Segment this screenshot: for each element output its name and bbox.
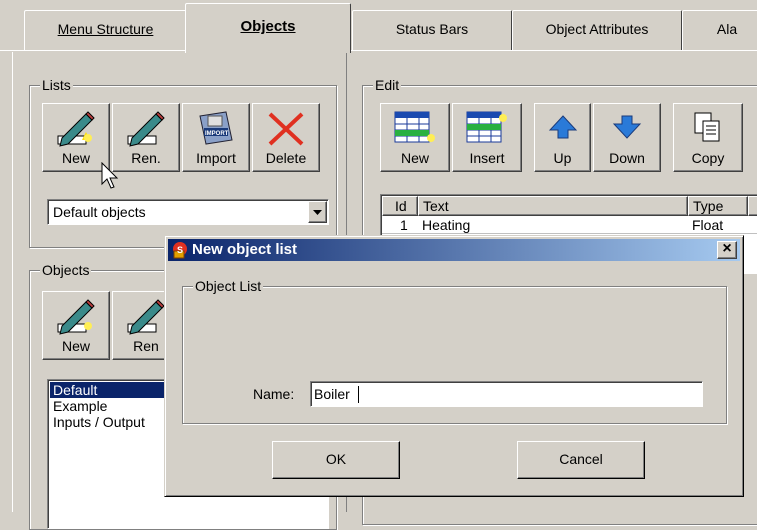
mouse-cursor-icon bbox=[101, 162, 119, 189]
dialog-object-list-group: Object List Name: Boiler bbox=[182, 278, 727, 424]
dialog-title: New object list bbox=[192, 241, 298, 258]
left-panel-divider bbox=[12, 52, 13, 512]
ok-button[interactable]: OK bbox=[272, 441, 400, 479]
move-down-button[interactable]: Down bbox=[593, 103, 661, 172]
list-rename-button[interactable]: ab Ren. bbox=[112, 103, 180, 172]
pencil-rename-icon bbox=[127, 299, 165, 335]
tab-object-attributes[interactable]: Object Attributes bbox=[512, 10, 682, 50]
tab-menu-structure[interactable]: Menu Structure bbox=[24, 10, 187, 50]
tab-strip-baseline bbox=[0, 50, 757, 51]
name-input[interactable]: Boiler bbox=[310, 381, 703, 407]
arrow-up-icon bbox=[548, 115, 577, 139]
lists-group-title: Lists bbox=[40, 77, 73, 93]
dialog-group-title: Object List bbox=[193, 278, 264, 294]
table-new-row-icon bbox=[394, 111, 435, 143]
lists-group: Lists New ab Ren. IMPORT Import bbox=[29, 77, 337, 248]
edit-new-button[interactable]: New bbox=[380, 103, 450, 172]
table-insert-row-icon bbox=[466, 111, 507, 143]
object-list-dropdown-value: Default objects bbox=[53, 204, 146, 220]
close-icon: × bbox=[722, 240, 732, 257]
object-new-button[interactable]: New bbox=[42, 291, 110, 360]
tab-alarms[interactable]: Ala bbox=[682, 10, 757, 50]
object-list-dropdown[interactable]: Default objects bbox=[47, 199, 329, 225]
red-x-delete-icon bbox=[268, 112, 304, 146]
cancel-button[interactable]: Cancel bbox=[517, 441, 645, 479]
table-header-text[interactable]: Text bbox=[418, 196, 688, 216]
pencil-rename-icon: ab bbox=[127, 111, 165, 147]
edit-group-title: Edit bbox=[373, 77, 402, 93]
list-import-button[interactable]: IMPORT Import bbox=[182, 103, 250, 172]
table-row[interactable]: 1 Heating Float bbox=[382, 216, 757, 234]
dialog-title-bar[interactable]: S New object list × bbox=[168, 239, 740, 261]
tab-status-bars[interactable]: Status Bars bbox=[352, 10, 512, 50]
dialog-close-button[interactable]: × bbox=[717, 241, 737, 259]
objects-group-title: Objects bbox=[40, 262, 92, 278]
app-icon: S bbox=[173, 242, 187, 259]
svg-text:S: S bbox=[177, 245, 183, 255]
copy-button[interactable]: Copy bbox=[673, 103, 743, 172]
list-delete-button[interactable]: Delete bbox=[252, 103, 320, 172]
name-label: Name: bbox=[253, 386, 295, 402]
copy-icon bbox=[694, 112, 720, 142]
table-header-extra[interactable] bbox=[748, 196, 757, 216]
tab-strip: Menu Structure Objects Status Bars Objec… bbox=[0, 0, 757, 53]
text-caret bbox=[358, 386, 359, 403]
pencil-new-icon bbox=[57, 299, 95, 335]
edit-insert-button[interactable]: Insert bbox=[452, 103, 522, 172]
pencil-new-icon bbox=[57, 111, 95, 147]
table-header-type[interactable]: Type bbox=[688, 196, 748, 216]
new-object-list-dialog: S New object list × Object List Name: Bo… bbox=[164, 235, 744, 497]
table-header-id[interactable]: Id bbox=[382, 196, 418, 216]
svg-text:IMPORT: IMPORT bbox=[205, 131, 229, 137]
move-up-button[interactable]: Up bbox=[534, 103, 591, 172]
tab-objects[interactable]: Objects bbox=[185, 3, 351, 53]
import-icon: IMPORT bbox=[199, 111, 233, 145]
dropdown-arrow-button[interactable] bbox=[308, 201, 327, 223]
chevron-down-icon bbox=[313, 210, 322, 215]
arrow-down-icon bbox=[612, 115, 642, 139]
list-new-button[interactable]: New bbox=[42, 103, 110, 172]
